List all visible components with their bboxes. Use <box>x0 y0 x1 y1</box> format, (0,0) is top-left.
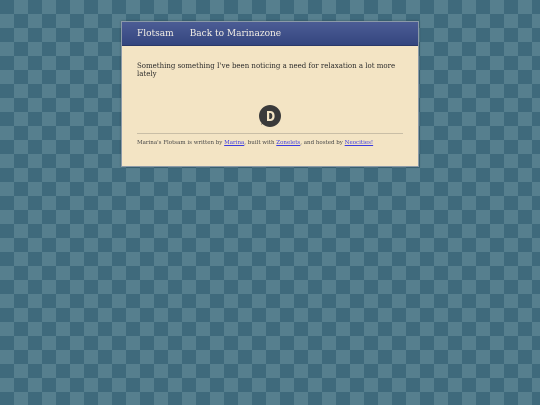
neocities-link[interactable]: Neocities! <box>345 140 373 146</box>
zonelets-link[interactable]: Zonelets <box>276 140 300 146</box>
main-panel: Flotsam Back to Marinazone Something som… <box>121 21 419 167</box>
author-link[interactable]: Marina <box>224 140 244 146</box>
comments-widget[interactable] <box>137 104 403 128</box>
top-navbar: Flotsam Back to Marinazone <box>122 22 418 46</box>
nav-link-back-to-marinazone[interactable]: Back to Marinazone <box>190 29 281 39</box>
disqus-logo-icon <box>259 105 281 127</box>
nav-link-flotsam[interactable]: Flotsam <box>137 29 174 39</box>
footer-prefix: Marina's Flotsam is written by <box>137 140 225 146</box>
content-area: Something something I've been noticing a… <box>122 46 418 146</box>
footer-mid2: , and hosted by <box>300 140 345 146</box>
post-text: Something something I've been noticing a… <box>137 62 396 78</box>
footer-credits: Marina's Flotsam is written by Marina, b… <box>137 140 403 146</box>
footer-divider <box>137 133 403 134</box>
footer-mid1: , built with <box>244 140 277 146</box>
